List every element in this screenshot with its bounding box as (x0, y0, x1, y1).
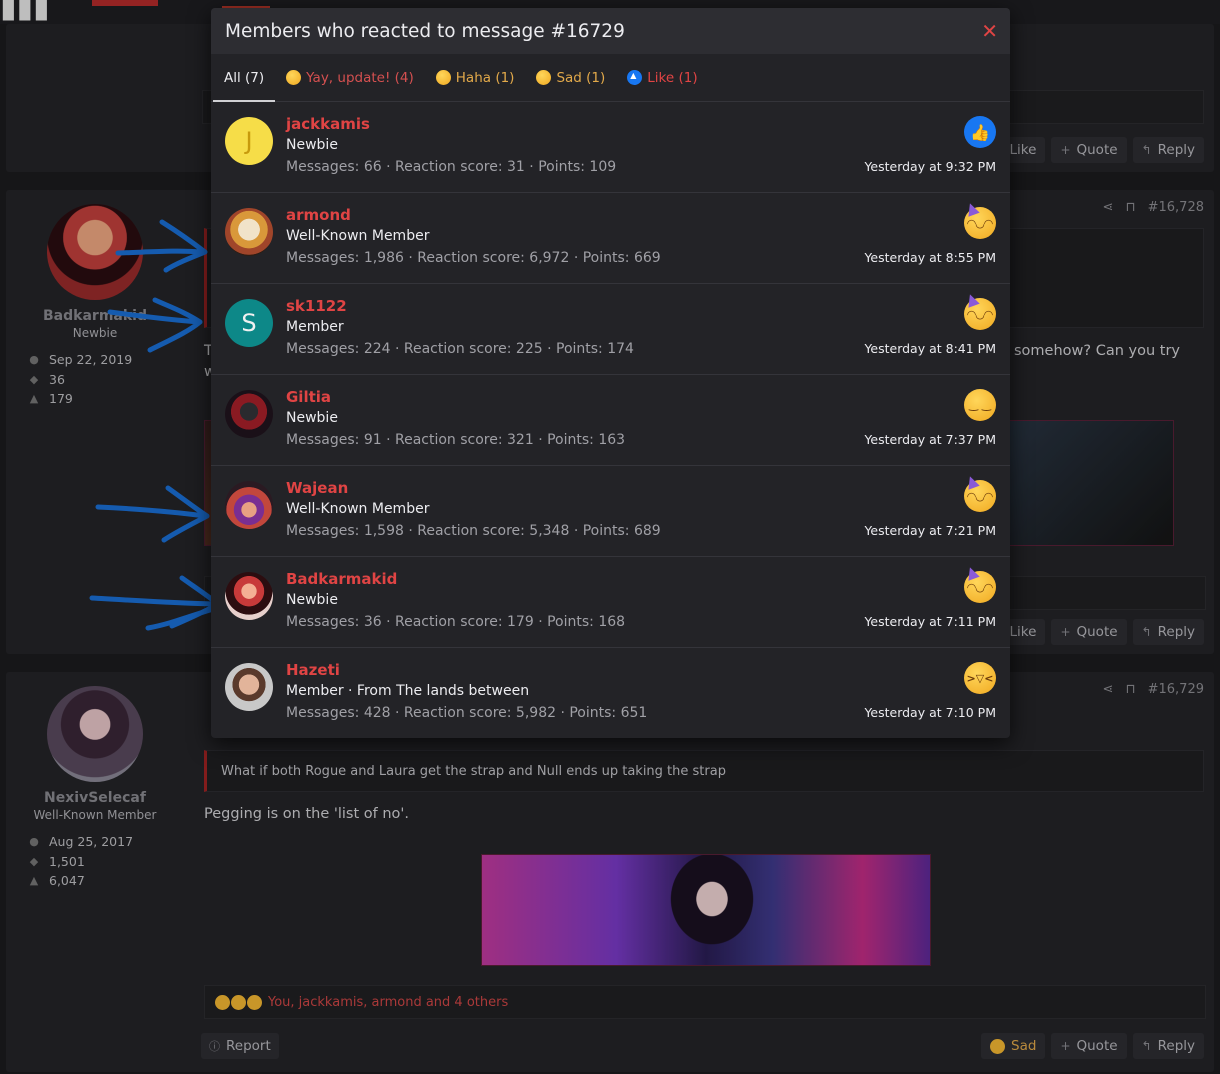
haha-emoji: >▽< (964, 662, 996, 694)
reaction-time: Yesterday at 8:41 PM (864, 341, 996, 356)
close-icon[interactable]: ✕ (981, 19, 998, 43)
reaction-time: Yesterday at 9:32 PM (864, 159, 996, 174)
member-name[interactable]: Giltia (286, 387, 625, 407)
avatar[interactable] (225, 208, 273, 256)
reaction-time: Yesterday at 7:37 PM (864, 432, 996, 447)
reaction-time: Yesterday at 7:11 PM (864, 614, 996, 629)
avatar[interactable] (225, 663, 273, 711)
tab-yay-update[interactable]: Yay, update! (4) (275, 54, 425, 101)
member-title: Newbie (286, 410, 338, 426)
list-item: S sk1122 Member Messages: 224 · Reaction… (211, 284, 1010, 375)
tab-all[interactable]: All (7) (213, 54, 276, 102)
tab-sad[interactable]: Sad (1) (525, 54, 616, 101)
member-title: Member (286, 319, 344, 335)
reaction-time: Yesterday at 7:21 PM (864, 523, 996, 538)
member-title: Member · From The lands between (286, 683, 530, 699)
member-title: Newbie (286, 592, 338, 608)
sad-emoji (536, 70, 552, 85)
list-item: Wajean Well-Known Member Messages: 1,598… (211, 466, 1010, 557)
avatar[interactable]: J (225, 117, 273, 165)
member-stats: Messages: 1,598 · Reaction score: 5,348 … (286, 523, 661, 539)
member-stats: Messages: 1,986 · Reaction score: 6,972 … (286, 250, 661, 266)
avatar[interactable] (225, 390, 273, 438)
member-stats: Messages: 224 · Reaction score: 225 · Po… (286, 341, 634, 357)
list-item: Hazeti Member · From The lands between M… (211, 648, 1010, 738)
member-list: J jackkamis Newbie Messages: 66 · Reacti… (211, 102, 1010, 738)
modal-header: Members who reacted to message #16729 ✕ (211, 8, 1010, 54)
yay-update-emoji: ◠◡◠ (964, 571, 996, 603)
member-title: Well-Known Member (286, 228, 430, 244)
list-item: J jackkamis Newbie Messages: 66 · Reacti… (211, 102, 1010, 193)
like-icon: 👍 (964, 116, 996, 148)
member-stats: Messages: 66 · Reaction score: 31 · Poin… (286, 159, 617, 175)
member-title: Newbie (286, 137, 338, 153)
yay-update-emoji: ◠◡◠ (964, 480, 996, 512)
list-item: Badkarmakid Newbie Messages: 36 · Reacti… (211, 557, 1010, 648)
yay-update-emoji: ◠◡◠ (964, 207, 996, 239)
member-name[interactable]: Wajean (286, 478, 661, 498)
modal-title: Members who reacted to message #16729 (225, 20, 625, 42)
avatar[interactable] (225, 572, 273, 620)
reaction-time: Yesterday at 7:10 PM (864, 705, 996, 720)
member-stats: Messages: 428 · Reaction score: 5,982 · … (286, 705, 648, 721)
member-name[interactable]: armond (286, 205, 661, 225)
member-stats: Messages: 91 · Reaction score: 321 · Poi… (286, 432, 626, 448)
yay-update-emoji (286, 70, 302, 85)
haha-emoji (435, 70, 451, 85)
member-name[interactable]: Badkarmakid (286, 569, 625, 589)
member-stats: Messages: 36 · Reaction score: 179 · Poi… (286, 614, 626, 630)
reaction-tabs: All (7) Yay, update! (4) Haha (1) Sad (1… (211, 54, 1010, 102)
like-icon (627, 70, 643, 85)
member-name[interactable]: sk1122 (286, 296, 634, 316)
sad-emoji: ‿ ‿ (964, 389, 996, 421)
list-item: armond Well-Known Member Messages: 1,986… (211, 193, 1010, 284)
member-name[interactable]: jackkamis (286, 114, 616, 134)
avatar[interactable]: S (225, 299, 273, 347)
avatar[interactable] (225, 481, 273, 529)
reactions-modal: Members who reacted to message #16729 ✕ … (211, 8, 1010, 738)
list-item: Giltia Newbie Messages: 91 · Reaction sc… (211, 375, 1010, 466)
tab-haha[interactable]: Haha (1) (425, 54, 526, 101)
tab-like[interactable]: Like (1) (616, 54, 708, 101)
reaction-time: Yesterday at 8:55 PM (864, 250, 996, 265)
yay-update-emoji: ◠◡◠ (964, 298, 996, 330)
member-name[interactable]: Hazeti (286, 660, 647, 680)
member-title: Well-Known Member (286, 501, 430, 517)
